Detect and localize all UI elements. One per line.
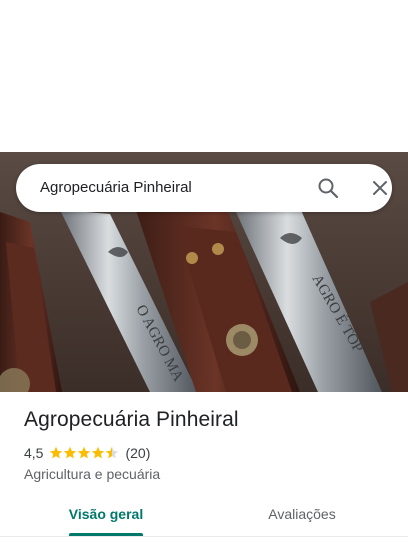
tab-divider bbox=[0, 536, 408, 537]
review-count[interactable]: (20) bbox=[125, 445, 150, 461]
rating-row[interactable]: 4,5 (20) bbox=[24, 444, 150, 462]
star-icon bbox=[106, 446, 119, 459]
place-title: Agropecuária Pinheiral bbox=[24, 408, 239, 431]
close-icon[interactable] bbox=[368, 176, 392, 200]
tab-reviews[interactable]: Avaliações bbox=[252, 496, 352, 536]
star-rating bbox=[49, 446, 119, 460]
star-icon bbox=[64, 446, 77, 459]
search-input[interactable]: Agropecuária Pinheiral bbox=[40, 164, 192, 212]
star-icon bbox=[50, 446, 63, 459]
rating-value: 4,5 bbox=[24, 445, 44, 461]
search-bar[interactable]: Agropecuária Pinheiral bbox=[16, 164, 392, 212]
blank-top-area bbox=[0, 0, 408, 152]
star-icon bbox=[78, 446, 91, 459]
star-icon bbox=[92, 446, 105, 459]
tab-bar: Visão geral Avaliações bbox=[0, 496, 408, 536]
place-category[interactable]: Agricultura e pecuária bbox=[24, 466, 160, 482]
tab-overview[interactable]: Visão geral bbox=[60, 496, 152, 536]
search-icon[interactable] bbox=[316, 176, 340, 200]
